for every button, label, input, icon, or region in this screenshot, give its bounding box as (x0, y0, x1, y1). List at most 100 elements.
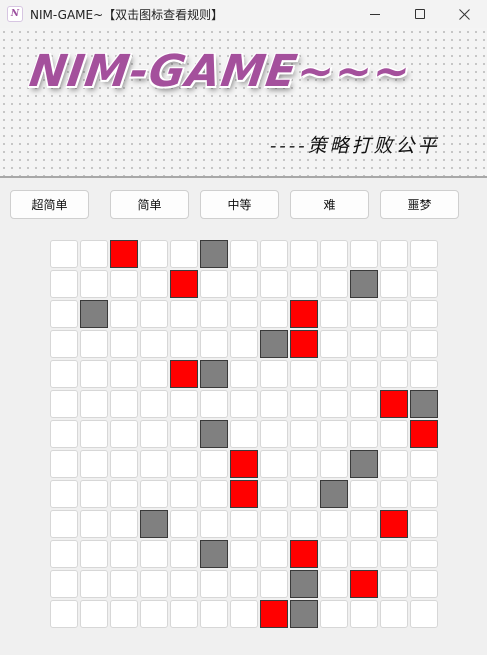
difficulty-button-medium[interactable]: 中等 (200, 190, 279, 219)
board-cell-empty[interactable] (410, 270, 438, 298)
board-cell-empty[interactable] (290, 420, 318, 448)
board-cell-empty[interactable] (50, 600, 78, 628)
board-cell-empty[interactable] (170, 540, 198, 568)
board-cell-empty[interactable] (80, 510, 108, 538)
board-cell-gray[interactable] (200, 540, 228, 568)
board-cell-empty[interactable] (80, 600, 108, 628)
board-cell-empty[interactable] (380, 570, 408, 598)
board-cell-empty[interactable] (380, 420, 408, 448)
board-cell-empty[interactable] (230, 510, 258, 538)
board-cell-empty[interactable] (80, 480, 108, 508)
board-cell-red[interactable] (410, 420, 438, 448)
board-cell-empty[interactable] (80, 360, 108, 388)
board-cell-red[interactable] (170, 270, 198, 298)
board-cell-empty[interactable] (110, 360, 138, 388)
board-cell-empty[interactable] (410, 300, 438, 328)
board-cell-empty[interactable] (380, 330, 408, 358)
board-cell-red[interactable] (260, 600, 288, 628)
board-cell-empty[interactable] (410, 510, 438, 538)
board-cell-empty[interactable] (380, 600, 408, 628)
board-cell-empty[interactable] (170, 330, 198, 358)
board-cell-empty[interactable] (170, 300, 198, 328)
board-cell-empty[interactable] (320, 300, 348, 328)
board-cell-red[interactable] (170, 360, 198, 388)
board-cell-empty[interactable] (380, 300, 408, 328)
board-cell-empty[interactable] (140, 240, 168, 268)
board-cell-empty[interactable] (260, 540, 288, 568)
board-cell-red[interactable] (290, 330, 318, 358)
board-cell-empty[interactable] (80, 570, 108, 598)
board-cell-empty[interactable] (50, 450, 78, 478)
board-cell-empty[interactable] (170, 420, 198, 448)
board-cell-gray[interactable] (80, 300, 108, 328)
board-cell-empty[interactable] (350, 360, 378, 388)
board-cell-empty[interactable] (410, 570, 438, 598)
difficulty-button-nightmare[interactable]: 噩梦 (380, 190, 459, 219)
board-cell-empty[interactable] (320, 570, 348, 598)
board-cell-empty[interactable] (350, 390, 378, 418)
board-cell-empty[interactable] (140, 450, 168, 478)
difficulty-button-super-easy[interactable]: 超简单 (10, 190, 89, 219)
board-cell-red[interactable] (290, 540, 318, 568)
board-cell-empty[interactable] (170, 240, 198, 268)
board-cell-empty[interactable] (260, 420, 288, 448)
board-cell-empty[interactable] (200, 570, 228, 598)
board-cell-empty[interactable] (230, 270, 258, 298)
board-cell-empty[interactable] (170, 600, 198, 628)
board-cell-empty[interactable] (380, 270, 408, 298)
board-cell-empty[interactable] (290, 480, 318, 508)
board-cell-empty[interactable] (290, 450, 318, 478)
board-cell-empty[interactable] (230, 540, 258, 568)
board-cell-empty[interactable] (350, 420, 378, 448)
board-cell-empty[interactable] (320, 330, 348, 358)
board-cell-empty[interactable] (50, 570, 78, 598)
board-cell-empty[interactable] (410, 600, 438, 628)
board-cell-empty[interactable] (80, 390, 108, 418)
board-cell-red[interactable] (230, 480, 258, 508)
board-cell-empty[interactable] (50, 480, 78, 508)
board-cell-empty[interactable] (230, 240, 258, 268)
board-cell-empty[interactable] (110, 570, 138, 598)
board-cell-empty[interactable] (50, 510, 78, 538)
board-cell-empty[interactable] (350, 330, 378, 358)
board-cell-empty[interactable] (410, 240, 438, 268)
board-cell-empty[interactable] (200, 450, 228, 478)
board-cell-empty[interactable] (410, 330, 438, 358)
board-cell-empty[interactable] (230, 390, 258, 418)
board-cell-empty[interactable] (170, 570, 198, 598)
board-cell-empty[interactable] (320, 510, 348, 538)
board-cell-empty[interactable] (80, 270, 108, 298)
board-cell-red[interactable] (110, 240, 138, 268)
board-cell-empty[interactable] (140, 300, 168, 328)
board-cell-empty[interactable] (290, 510, 318, 538)
board-cell-empty[interactable] (350, 600, 378, 628)
board-cell-empty[interactable] (350, 540, 378, 568)
board-cell-empty[interactable] (80, 420, 108, 448)
maximize-button[interactable] (397, 0, 442, 28)
board-cell-empty[interactable] (140, 270, 168, 298)
board-cell-empty[interactable] (380, 450, 408, 478)
board-cell-empty[interactable] (320, 540, 348, 568)
app-icon[interactable]: N (7, 6, 23, 22)
board-cell-gray[interactable] (350, 270, 378, 298)
board-cell-empty[interactable] (140, 420, 168, 448)
board-cell-gray[interactable] (410, 390, 438, 418)
board-cell-red[interactable] (380, 510, 408, 538)
board-cell-gray[interactable] (140, 510, 168, 538)
board-cell-empty[interactable] (80, 450, 108, 478)
board-cell-empty[interactable] (110, 330, 138, 358)
close-button[interactable] (442, 0, 487, 28)
board-cell-empty[interactable] (320, 240, 348, 268)
board-cell-empty[interactable] (50, 330, 78, 358)
board-cell-empty[interactable] (110, 300, 138, 328)
board-cell-empty[interactable] (260, 510, 288, 538)
board-cell-empty[interactable] (350, 480, 378, 508)
board-cell-empty[interactable] (200, 510, 228, 538)
board-cell-empty[interactable] (350, 510, 378, 538)
board-cell-empty[interactable] (140, 480, 168, 508)
board-cell-empty[interactable] (50, 390, 78, 418)
board-cell-empty[interactable] (410, 360, 438, 388)
board-cell-red[interactable] (290, 300, 318, 328)
board-cell-empty[interactable] (320, 390, 348, 418)
board-cell-empty[interactable] (320, 420, 348, 448)
